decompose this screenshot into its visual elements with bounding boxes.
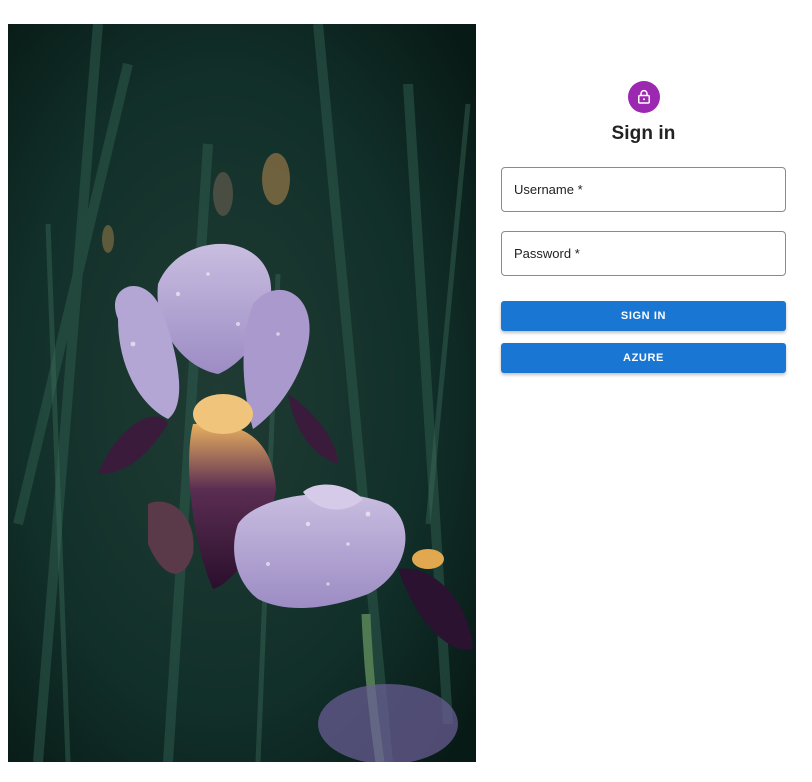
username-field[interactable]: Username * bbox=[501, 167, 786, 212]
sign-in-panel: Sign in Username * Password * SIGN IN AZ… bbox=[501, 81, 786, 373]
password-field[interactable]: Password * bbox=[501, 231, 786, 276]
iris-flower-photo bbox=[8, 24, 476, 762]
lock-icon bbox=[637, 89, 650, 104]
password-label: Password * bbox=[514, 246, 580, 261]
hero-photo bbox=[8, 24, 476, 762]
page-title: Sign in bbox=[611, 123, 676, 144]
avatar bbox=[627, 81, 660, 113]
sign-in-button[interactable]: SIGN IN bbox=[501, 301, 786, 331]
username-label: Username * bbox=[514, 182, 583, 197]
sign-in-form: Username * Password * bbox=[501, 167, 786, 276]
azure-sign-in-button[interactable]: AZURE bbox=[501, 343, 786, 373]
